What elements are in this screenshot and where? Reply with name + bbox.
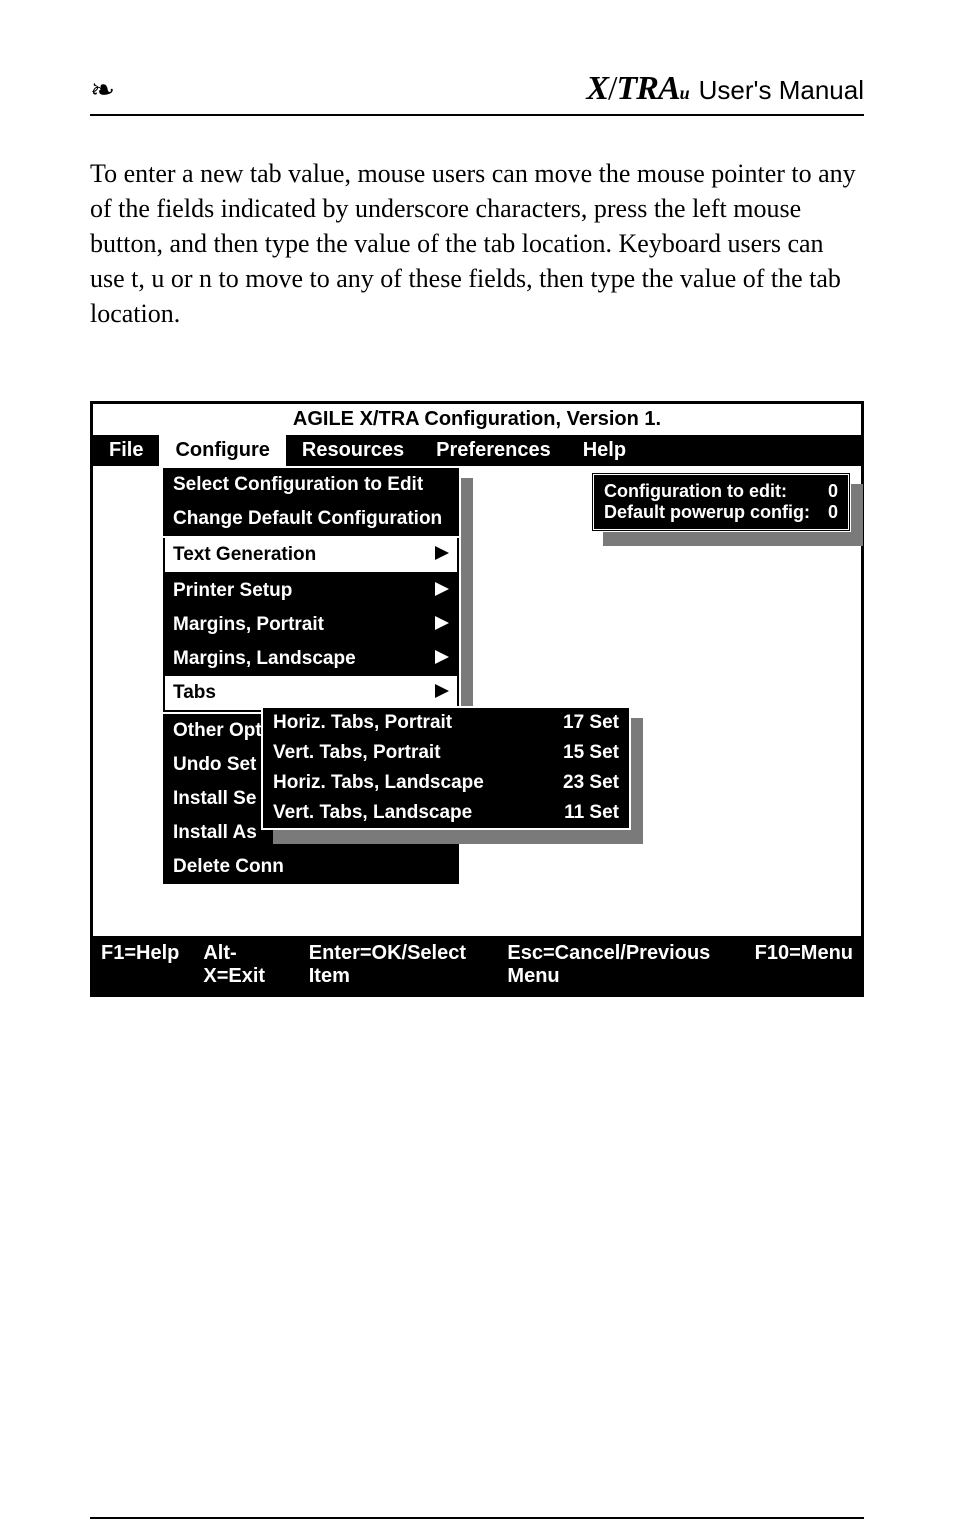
page-header: ❧ X/TRAu User's Manual bbox=[90, 70, 864, 116]
menu-resources[interactable]: Resources bbox=[286, 435, 420, 466]
menu-item-label: Change Default Configuration bbox=[173, 508, 442, 530]
menu-item-tabs[interactable]: Tabs bbox=[165, 676, 457, 710]
submenu-item-value: 15 Set bbox=[563, 742, 619, 764]
status-esc-cancel: Esc=Cancel/Previous Menu bbox=[507, 942, 730, 988]
menu-file[interactable]: File bbox=[93, 435, 159, 466]
menu-item-label: Select Configuration to Edit bbox=[173, 474, 423, 496]
submenu-item-vert-landscape[interactable]: Vert. Tabs, Landscape 11 Set bbox=[263, 798, 629, 828]
info-default-powerup-label: Default powerup config: bbox=[604, 502, 810, 523]
menu-item-label: Delete Conn bbox=[173, 856, 284, 878]
submenu-item-label: Horiz. Tabs, Landscape bbox=[273, 772, 484, 794]
menu-item-label: Undo Set bbox=[173, 754, 256, 776]
menu-item-label: Other Opt bbox=[173, 720, 262, 742]
menu-item-label: Margins, Landscape bbox=[173, 648, 356, 670]
menu-bar: File Configure Resources Preferences Hel… bbox=[93, 435, 861, 466]
submenu-item-label: Horiz. Tabs, Portrait bbox=[273, 712, 452, 734]
menu-item-label: Install Se bbox=[173, 788, 256, 810]
submenu-item-value: 11 Set bbox=[564, 802, 619, 824]
menu-item-label: Text Generation bbox=[173, 544, 316, 566]
menu-item-printer-setup[interactable]: Printer Setup bbox=[163, 574, 459, 608]
product-name: X/TRAu bbox=[586, 70, 688, 108]
header-logo-glyph: ❧ bbox=[90, 73, 115, 108]
menu-item-label: Margins, Portrait bbox=[173, 614, 324, 636]
status-f10-menu: F10=Menu bbox=[755, 942, 853, 988]
status-bar: F1=Help Alt-X=Exit Enter=OK/Select Item … bbox=[93, 936, 861, 994]
submenu-arrow-icon bbox=[435, 616, 449, 635]
menu-item-change-default[interactable]: Change Default Configuration bbox=[163, 502, 459, 536]
info-config-edit-value: 0 bbox=[828, 481, 838, 502]
menu-configure[interactable]: Configure bbox=[159, 435, 285, 466]
submenu-arrow-icon bbox=[435, 544, 449, 566]
info-config-edit-label: Configuration to edit: bbox=[604, 481, 787, 502]
submenu-item-horiz-landscape[interactable]: Horiz. Tabs, Landscape 23 Set bbox=[263, 768, 629, 798]
menu-item-delete-con[interactable]: Delete Conn bbox=[163, 850, 459, 884]
status-f1-help: F1=Help bbox=[101, 942, 179, 988]
menu-item-label: Printer Setup bbox=[173, 580, 292, 602]
menu-item-label: Install As bbox=[173, 822, 257, 844]
submenu-item-value: 23 Set bbox=[563, 772, 619, 794]
menu-item-select-config[interactable]: Select Configuration to Edit bbox=[163, 468, 459, 502]
info-box: Configuration to edit: 0 Default powerup… bbox=[591, 472, 851, 532]
workspace: Select Configuration to Edit Change Defa… bbox=[93, 466, 861, 936]
status-enter-ok: Enter=OK/Select Item bbox=[309, 942, 484, 988]
submenu-item-horiz-portrait[interactable]: Horiz. Tabs, Portrait 17 Set bbox=[263, 708, 629, 738]
submenu-arrow-icon bbox=[435, 650, 449, 669]
submenu-item-label: Vert. Tabs, Landscape bbox=[273, 802, 472, 824]
app-window: AGILE X/TRA Configuration, Version 1. Fi… bbox=[90, 401, 864, 997]
title-bar: AGILE X/TRA Configuration, Version 1. bbox=[93, 404, 861, 435]
menu-item-margins-landscape[interactable]: Margins, Landscape bbox=[163, 642, 459, 676]
info-default-powerup-value: 0 bbox=[828, 502, 838, 523]
body-paragraph: To enter a new tab value, mouse users ca… bbox=[90, 156, 864, 331]
menu-item-margins-portrait[interactable]: Margins, Portrait bbox=[163, 608, 459, 642]
menu-help[interactable]: Help bbox=[567, 435, 642, 466]
menu-item-label: Tabs bbox=[173, 682, 216, 704]
submenu-arrow-icon bbox=[435, 582, 449, 601]
menu-preferences[interactable]: Preferences bbox=[420, 435, 567, 466]
submenu-item-value: 17 Set bbox=[563, 712, 619, 734]
submenu-arrow-icon bbox=[435, 682, 449, 704]
submenu-item-vert-portrait[interactable]: Vert. Tabs, Portrait 15 Set bbox=[263, 738, 629, 768]
menu-item-text-generation[interactable]: Text Generation bbox=[165, 538, 457, 572]
header-suffix: User's Manual bbox=[699, 75, 864, 106]
submenu-item-label: Vert. Tabs, Portrait bbox=[273, 742, 441, 764]
tabs-submenu: Horiz. Tabs, Portrait 17 Set Vert. Tabs,… bbox=[261, 706, 631, 830]
status-altx-exit: Alt-X=Exit bbox=[203, 942, 284, 988]
